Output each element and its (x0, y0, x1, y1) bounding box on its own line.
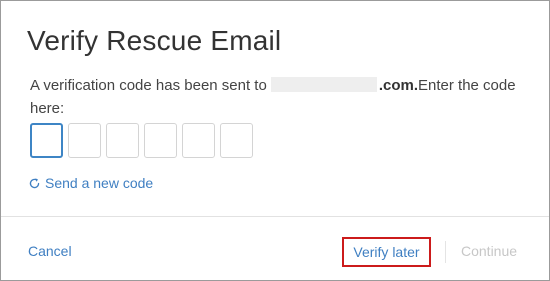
code-digit-4[interactable] (144, 123, 177, 158)
verification-code-inputs (30, 123, 253, 158)
footer-divider (445, 241, 446, 263)
redacted-email (270, 77, 377, 92)
continue-button: Continue (461, 243, 518, 259)
message-prefix: A verification code has been sent to (30, 77, 267, 94)
code-digit-1[interactable] (30, 123, 63, 158)
code-digit-6[interactable] (220, 123, 253, 158)
refresh-icon (28, 177, 41, 190)
dialog-footer: Cancel Verify later Continue (1, 216, 549, 281)
email-domain: .com. (378, 77, 419, 94)
send-new-code-label: Send a new code (45, 175, 154, 191)
dialog-title: Verify Rescue Email (27, 25, 282, 56)
code-digit-3[interactable] (106, 123, 139, 158)
send-new-code-link[interactable]: Send a new code (28, 175, 153, 191)
verify-later-button[interactable]: Verify later (342, 237, 431, 267)
code-digit-5[interactable] (182, 123, 215, 158)
verify-rescue-email-dialog: Verify Rescue Email A verification code … (0, 0, 550, 281)
code-digit-2[interactable] (68, 123, 101, 158)
cancel-button[interactable]: Cancel (28, 243, 72, 259)
verification-message: A verification code has been sent to .com… (30, 74, 520, 120)
